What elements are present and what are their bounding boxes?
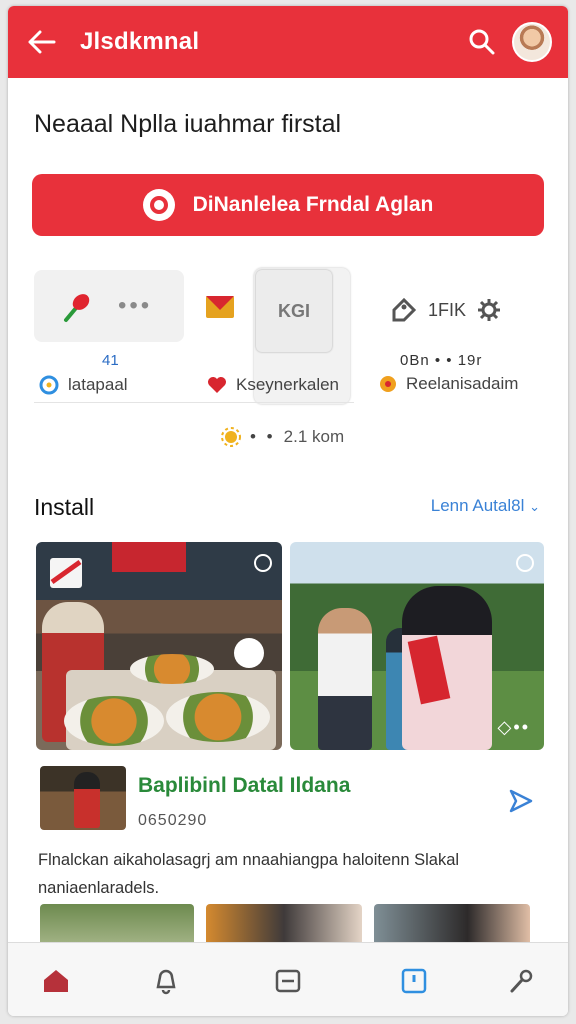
tools-icon[interactable] xyxy=(504,963,540,999)
photo-tile-icon: KGI xyxy=(256,270,332,352)
section-link-label: Lenn Autal8l xyxy=(430,496,525,515)
category-label-2[interactable]: Kseynerkalen xyxy=(206,374,339,396)
event-title: Baplibinl Datal Ildana xyxy=(138,774,351,797)
category-4-label: Reelanisadaim xyxy=(406,374,519,393)
app-bar: Jlsdkmnal xyxy=(8,6,568,78)
search-icon[interactable] xyxy=(464,24,500,60)
section-link[interactable]: Lenn Autal8l ⌄ xyxy=(431,496,540,516)
share-icon[interactable] xyxy=(508,788,534,814)
photo-dish xyxy=(64,696,164,746)
pin-icon xyxy=(64,294,90,322)
event-thumbnail xyxy=(40,766,126,830)
app-title: Jlsdkmnal xyxy=(80,28,200,55)
event-photo-people[interactable]: ◇•• xyxy=(290,542,544,750)
category-1-label: latapaal xyxy=(68,375,128,394)
category-4-stat: 0Bn • • 19r xyxy=(400,352,483,369)
primary-action-button[interactable]: DiNanlelea Frndal Aglan xyxy=(32,174,544,236)
home-icon[interactable] xyxy=(38,963,74,999)
category-label-1[interactable]: latapaal xyxy=(38,374,128,396)
photo-dish xyxy=(130,654,214,684)
flag-icon[interactable] xyxy=(204,294,236,322)
distance-dots: • • xyxy=(250,427,276,446)
category-4-text: 1FIK xyxy=(428,299,467,320)
bookmark-icon[interactable] xyxy=(396,963,432,999)
primary-action-label: DiNanlelea Frndal Aglan xyxy=(192,193,434,216)
back-arrow-icon[interactable] xyxy=(22,22,62,62)
photo-person xyxy=(318,608,372,750)
distance-row: • • 2.1 kom xyxy=(220,426,344,448)
ring-icon xyxy=(142,189,175,221)
event-subtitle: 0650290 xyxy=(138,812,208,829)
photo-badge-icon xyxy=(254,554,272,572)
badge-icon xyxy=(380,376,396,392)
photo-banner xyxy=(112,542,186,572)
category-labels: latapaal Kseynerkalen Reelanisadaim xyxy=(38,374,558,404)
event-description: Flnalckan aikaholasagrj am nnaahiangpa h… xyxy=(38,851,460,897)
sun-icon xyxy=(221,427,241,447)
calendar-icon[interactable] xyxy=(270,963,306,999)
refresh-icon xyxy=(39,375,59,395)
page-headline: Neaaal Nplla iuahmar firstal xyxy=(34,110,342,138)
category-card-4[interactable]: 1FIK xyxy=(390,296,502,324)
category-card-1[interactable]: ••• xyxy=(34,270,184,342)
event-photo-food[interactable] xyxy=(36,542,282,750)
phone-screen: Jlsdkmnal Neaaal Nplla iuahmar firstal D… xyxy=(8,6,568,1016)
mail-icon xyxy=(50,558,82,588)
category-1-count: 41 xyxy=(102,352,119,369)
distance-text: 2.1 kom xyxy=(283,427,345,446)
bottom-nav xyxy=(8,942,568,1016)
more-dots-icon[interactable]: ◇•• xyxy=(498,717,530,738)
gear-icon[interactable] xyxy=(476,297,502,323)
photo-dish xyxy=(166,692,270,742)
category-label-4[interactable]: Reelanisadaim xyxy=(378,374,518,394)
divider xyxy=(34,402,354,403)
category-2-label: Kseynerkalen xyxy=(236,375,340,394)
heart-icon xyxy=(208,377,226,393)
tag-icon xyxy=(392,297,417,322)
chevron-down-icon: ⌄ xyxy=(529,499,540,514)
section-title: Install xyxy=(34,494,95,520)
photo-badge-icon xyxy=(516,554,534,572)
avatar[interactable] xyxy=(512,22,552,62)
notifications-icon[interactable] xyxy=(148,963,184,999)
more-dots-icon[interactable]: ••• xyxy=(118,292,152,320)
location-pin-icon[interactable] xyxy=(234,638,264,668)
photo-tile-text: KGI xyxy=(277,300,310,321)
